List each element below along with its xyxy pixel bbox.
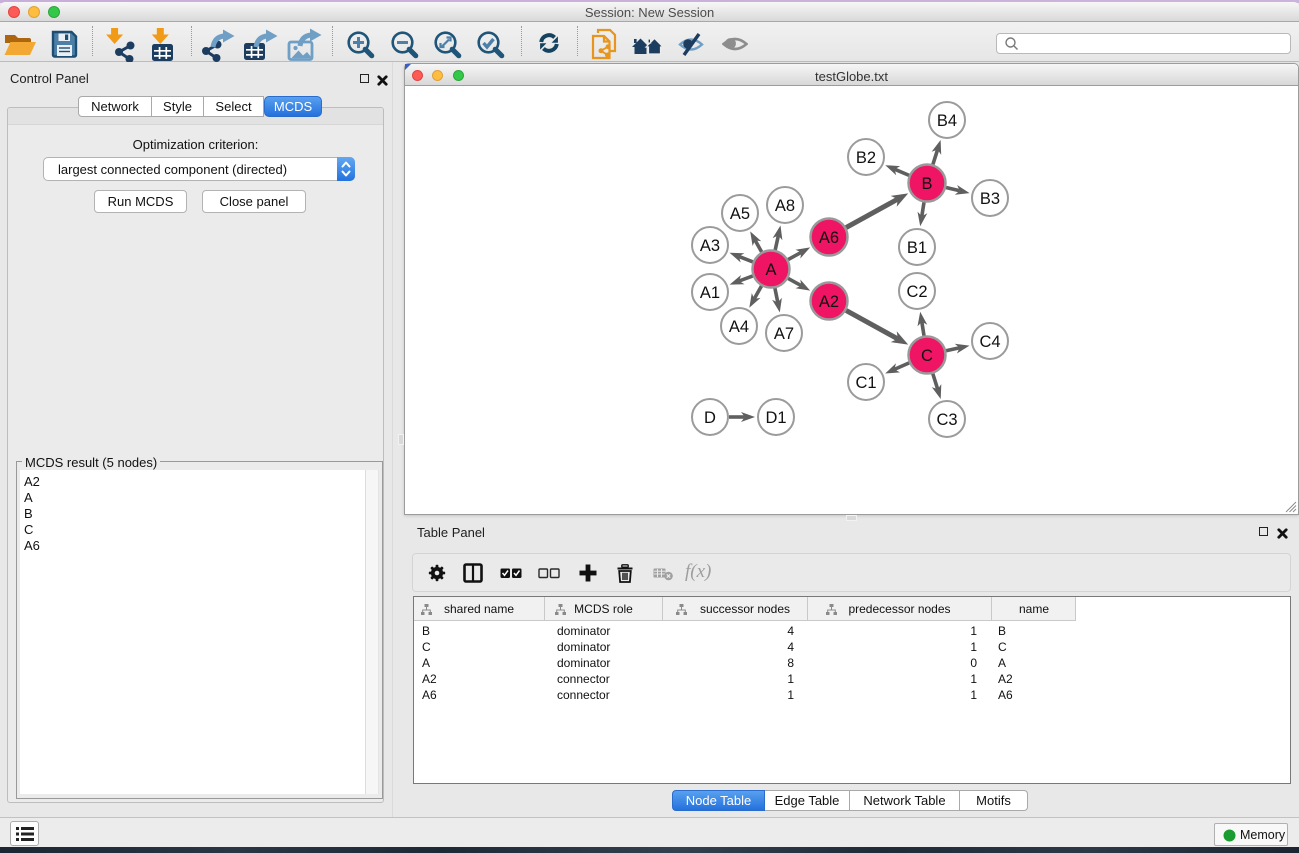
svg-text:B3: B3 <box>980 190 1000 208</box>
svg-text:C2: C2 <box>906 283 927 301</box>
svg-text:A1: A1 <box>700 284 720 302</box>
svg-text:A8: A8 <box>775 197 795 215</box>
svg-text:A2: A2 <box>819 293 839 311</box>
svg-text:A7: A7 <box>774 325 794 343</box>
svg-text:A5: A5 <box>730 205 750 223</box>
svg-text:A4: A4 <box>729 318 749 336</box>
svg-text:C3: C3 <box>936 411 957 429</box>
svg-text:B2: B2 <box>856 149 876 167</box>
svg-text:A6: A6 <box>819 229 839 247</box>
svg-text:A3: A3 <box>700 237 720 255</box>
svg-text:C4: C4 <box>979 333 1000 351</box>
svg-text:D1: D1 <box>765 409 786 427</box>
svg-text:B4: B4 <box>937 112 957 130</box>
svg-text:B1: B1 <box>907 239 927 257</box>
svg-text:A: A <box>765 261 776 279</box>
svg-text:B: B <box>921 175 932 193</box>
svg-text:C: C <box>921 347 933 365</box>
svg-text:D: D <box>704 409 716 427</box>
svg-text:C1: C1 <box>855 374 876 392</box>
